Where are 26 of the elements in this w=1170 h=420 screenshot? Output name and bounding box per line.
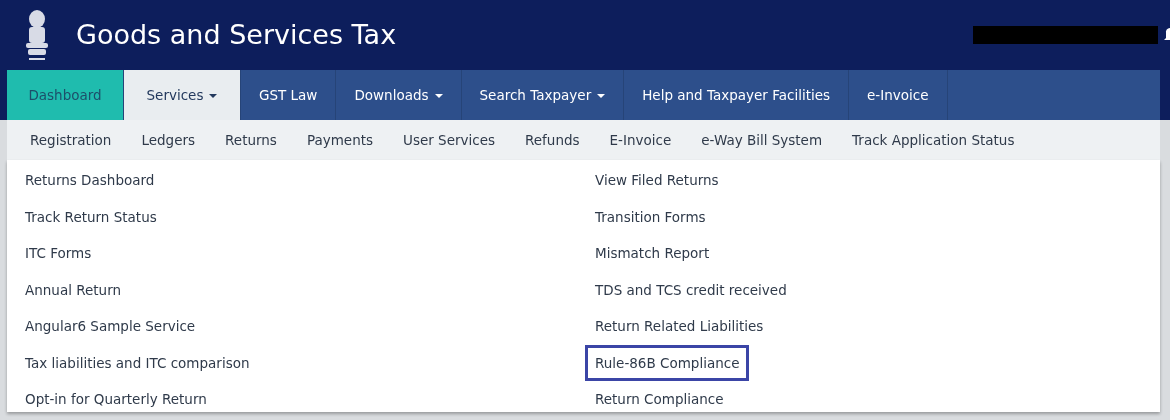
menu-link[interactable]: TDS and TCS credit received [585, 271, 797, 308]
submenu-link[interactable]: Returns [210, 129, 292, 151]
submenu-link[interactable]: Track Application Status [837, 129, 1030, 151]
menu-link[interactable]: Opt-in for Quarterly Return [15, 381, 217, 417]
menu-link[interactable]: View Filed Returns [585, 162, 729, 198]
submenu-link[interactable]: Registration [15, 129, 127, 151]
menu-link[interactable]: Tax liabilities and ITC comparison [15, 344, 260, 381]
submenu-link[interactable]: e-Way Bill System [686, 129, 838, 151]
nav-tab[interactable]: Dashboard [7, 70, 124, 120]
menu-link[interactable]: ITC Forms [15, 235, 102, 271]
nav-tab[interactable]: Services [124, 70, 241, 120]
menu-link[interactable]: Rule-86B Compliance [585, 344, 750, 381]
menu-link[interactable]: Angular6 Sample Service [15, 308, 206, 344]
menu-link[interactable]: Mismatch Report [585, 235, 720, 271]
submenu-link[interactable]: Payments [291, 129, 389, 151]
menu-link[interactable]: Returns Dashboard [15, 162, 165, 198]
menu-link[interactable]: Transition Forms [585, 198, 716, 235]
submenu-link[interactable]: E-Invoice [594, 129, 687, 151]
menu-link[interactable]: Track Return Status [15, 198, 167, 235]
submenu-link[interactable]: Ledgers [126, 129, 211, 151]
menu-link[interactable]: Return Related Liabilities [585, 308, 774, 344]
submenu-link[interactable]: User Services [388, 129, 511, 151]
submenu-link[interactable]: Refunds [510, 129, 595, 151]
menu-link[interactable]: Return Compliance [585, 381, 734, 417]
site-title: Goods and Services Tax [76, 17, 397, 52]
menu-link[interactable]: Annual Return [15, 271, 132, 308]
